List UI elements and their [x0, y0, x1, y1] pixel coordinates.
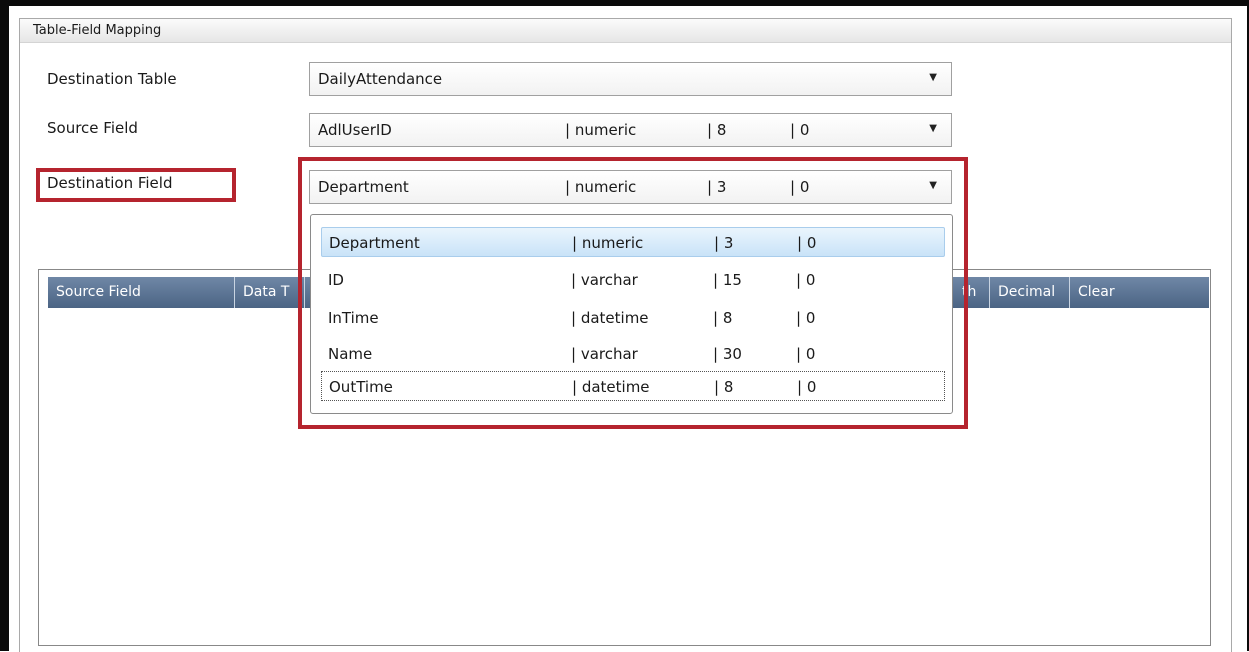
option-decimal: | 0	[796, 309, 816, 327]
option-name: Name	[328, 345, 373, 363]
option-length: | 30	[713, 345, 742, 363]
option-name: InTime	[328, 309, 379, 327]
source-field-length: | 8	[707, 121, 727, 139]
option-type: | datetime	[571, 309, 649, 327]
window-frame-left	[0, 0, 9, 651]
option-type: | varchar	[571, 345, 638, 363]
destination-table-label: Destination Table	[47, 70, 177, 88]
option-length: | 15	[713, 271, 742, 289]
destination-field-dropdown-list[interactable]: Department | numeric | 3 | 0 ID | varcha…	[310, 214, 953, 414]
group-title: Table-Field Mapping	[20, 19, 1231, 43]
source-field-name: AdlUserID	[318, 121, 392, 139]
column-header-clear[interactable]: Clear	[1070, 277, 1209, 308]
column-header-source-field[interactable]: Source Field	[48, 277, 235, 308]
source-field-decimal: | 0	[790, 121, 810, 139]
dropdown-option-outtime[interactable]: OutTime | datetime | 8 | 0	[321, 371, 945, 401]
option-name: OutTime	[329, 378, 393, 396]
dropdown-arrow-icon[interactable]: ▼	[929, 72, 937, 83]
source-field-type: | numeric	[565, 121, 637, 139]
option-type: | varchar	[571, 271, 638, 289]
window-frame-top	[0, 0, 1249, 6]
dropdown-option-name[interactable]: Name | varchar | 30 | 0	[321, 339, 945, 369]
option-decimal: | 0	[797, 234, 817, 252]
source-field-combobox[interactable]: AdlUserID | numeric | 8 | 0 ▼	[309, 113, 952, 147]
option-decimal: | 0	[797, 378, 817, 396]
option-name: ID	[328, 271, 344, 289]
destination-table-combobox[interactable]: DailyAttendance ▼	[309, 62, 952, 96]
option-length: | 8	[713, 309, 733, 327]
option-length: | 3	[714, 234, 734, 252]
option-decimal: | 0	[796, 271, 816, 289]
option-type: | numeric	[572, 234, 644, 252]
source-field-label: Source Field	[47, 119, 138, 137]
dropdown-arrow-icon[interactable]: ▼	[929, 123, 937, 134]
column-header-data-type[interactable]: Data T	[235, 277, 305, 308]
option-type: | datetime	[572, 378, 650, 396]
dropdown-option-id[interactable]: ID | varchar | 15 | 0	[321, 265, 945, 295]
option-length: | 8	[714, 378, 734, 396]
dropdown-option-department[interactable]: Department | numeric | 3 | 0	[321, 227, 945, 257]
column-header-decimal[interactable]: Decimal	[990, 277, 1070, 308]
dropdown-option-intime[interactable]: InTime | datetime | 8 | 0	[321, 303, 945, 333]
option-name: Department	[329, 234, 420, 252]
option-decimal: | 0	[796, 345, 816, 363]
destination-field-label-highlight	[36, 168, 236, 202]
destination-table-value: DailyAttendance	[318, 70, 443, 88]
